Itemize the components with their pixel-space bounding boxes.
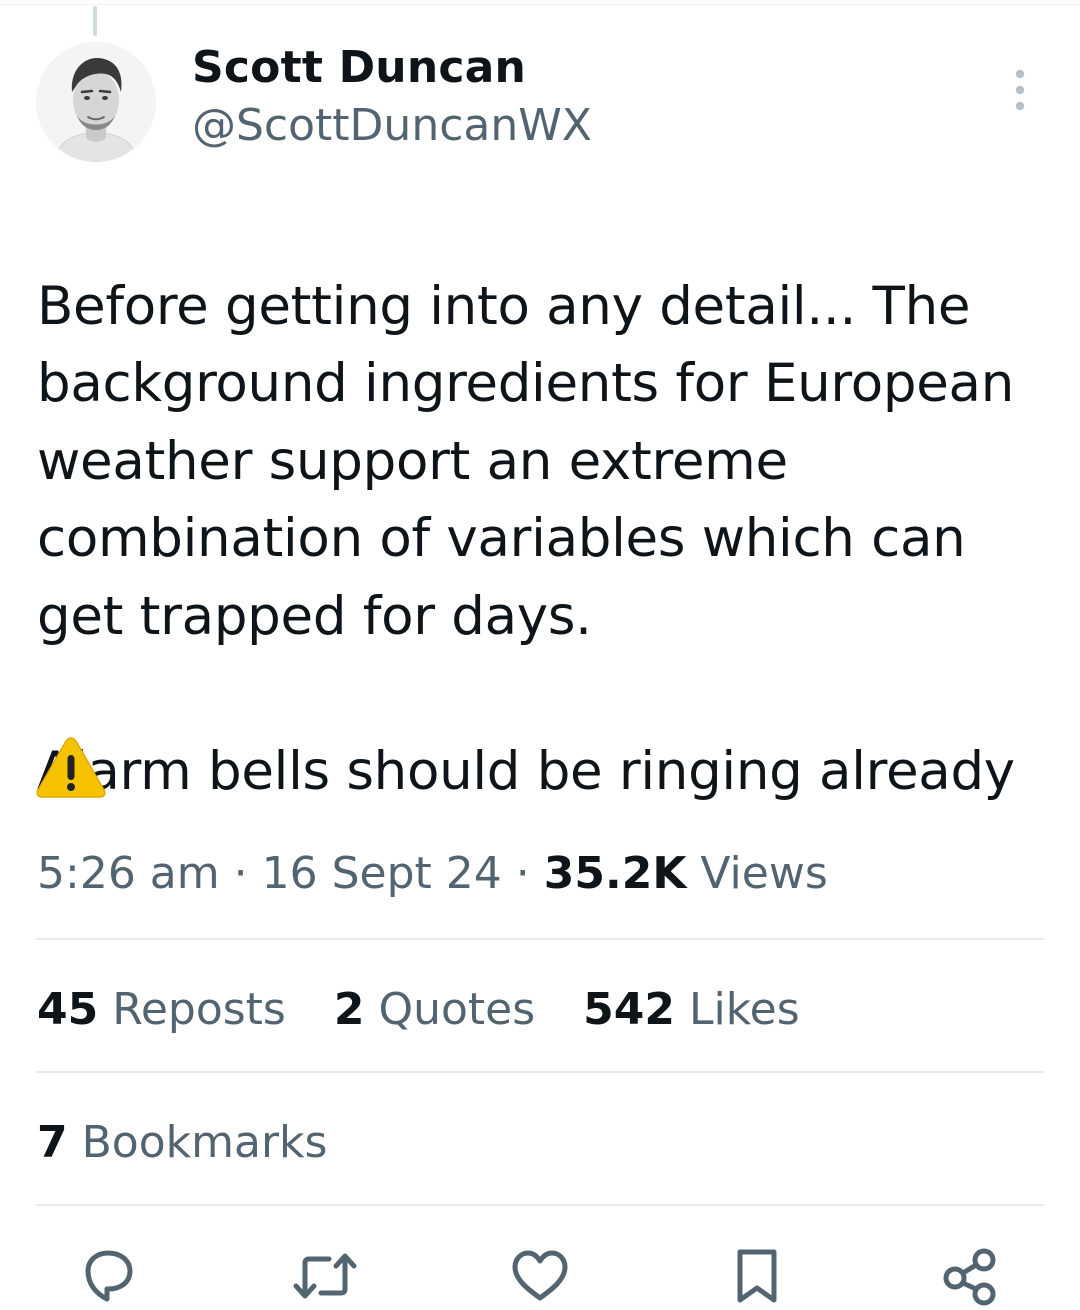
bookmark-button[interactable]	[727, 1246, 787, 1306]
quotes-label: Quotes	[378, 984, 536, 1035]
views-label: Views	[700, 848, 828, 899]
bookmark-icon	[737, 1249, 777, 1303]
author-handle[interactable]: @ScottDuncanWX	[192, 98, 592, 154]
likes-count: 542	[583, 984, 676, 1035]
divider	[36, 1204, 1044, 1206]
share-icon	[943, 1248, 996, 1306]
likes-label: Likes	[689, 984, 800, 1035]
bookmarks-stat[interactable]: 7 Bookmarks	[37, 1111, 327, 1175]
thread-connector-line	[93, 6, 97, 36]
tweet-date[interactable]: 16 Sept 24	[262, 848, 502, 899]
like-icon	[512, 1250, 568, 1301]
like-button[interactable]	[510, 1246, 570, 1306]
meta-separator: ·	[515, 848, 530, 899]
tweet-time[interactable]: 5:26 am	[37, 848, 220, 899]
share-button[interactable]	[940, 1246, 1000, 1306]
quotes-count: 2	[333, 984, 365, 1035]
divider	[36, 938, 1044, 940]
more-options-button[interactable]	[1004, 66, 1036, 116]
reposts-stat[interactable]: 45 Reposts	[37, 978, 286, 1042]
avatar[interactable]	[36, 42, 156, 162]
likes-stat[interactable]: 542 Likes	[583, 978, 800, 1042]
tweet-meta: 5:26 am · 16 Sept 24 · 35.2K Views	[37, 842, 828, 906]
top-border	[0, 4, 1080, 5]
bookmarks-label: Bookmarks	[81, 1117, 328, 1168]
tweet-text: Before getting into any detail... The ba…	[37, 190, 1067, 888]
reply-icon	[85, 1250, 133, 1302]
engagement-stats: 45 Reposts 2 Quotes 542 Likes	[37, 978, 834, 1042]
reposts-label: Reposts	[112, 984, 286, 1035]
reposts-count: 45	[37, 984, 99, 1035]
bookmarks-count: 7	[37, 1117, 68, 1168]
reply-button[interactable]	[78, 1246, 138, 1306]
tweet-paragraph-2: Alarm bells should be ringing already	[37, 740, 1015, 802]
quotes-stat[interactable]: 2 Quotes	[334, 978, 535, 1042]
views-count: 35.2K	[543, 848, 687, 899]
more-vertical-icon	[1015, 69, 1025, 111]
tweet-paragraph-1: Before getting into any detail... The ba…	[37, 275, 1014, 647]
repost-button[interactable]	[291, 1246, 359, 1306]
repost-icon	[293, 1253, 357, 1299]
author-display-name[interactable]: Scott Duncan	[192, 40, 526, 96]
meta-separator: ·	[233, 848, 248, 899]
warning-icon	[35, 735, 107, 799]
divider	[36, 1071, 1044, 1073]
profile-photo-icon	[36, 42, 156, 162]
